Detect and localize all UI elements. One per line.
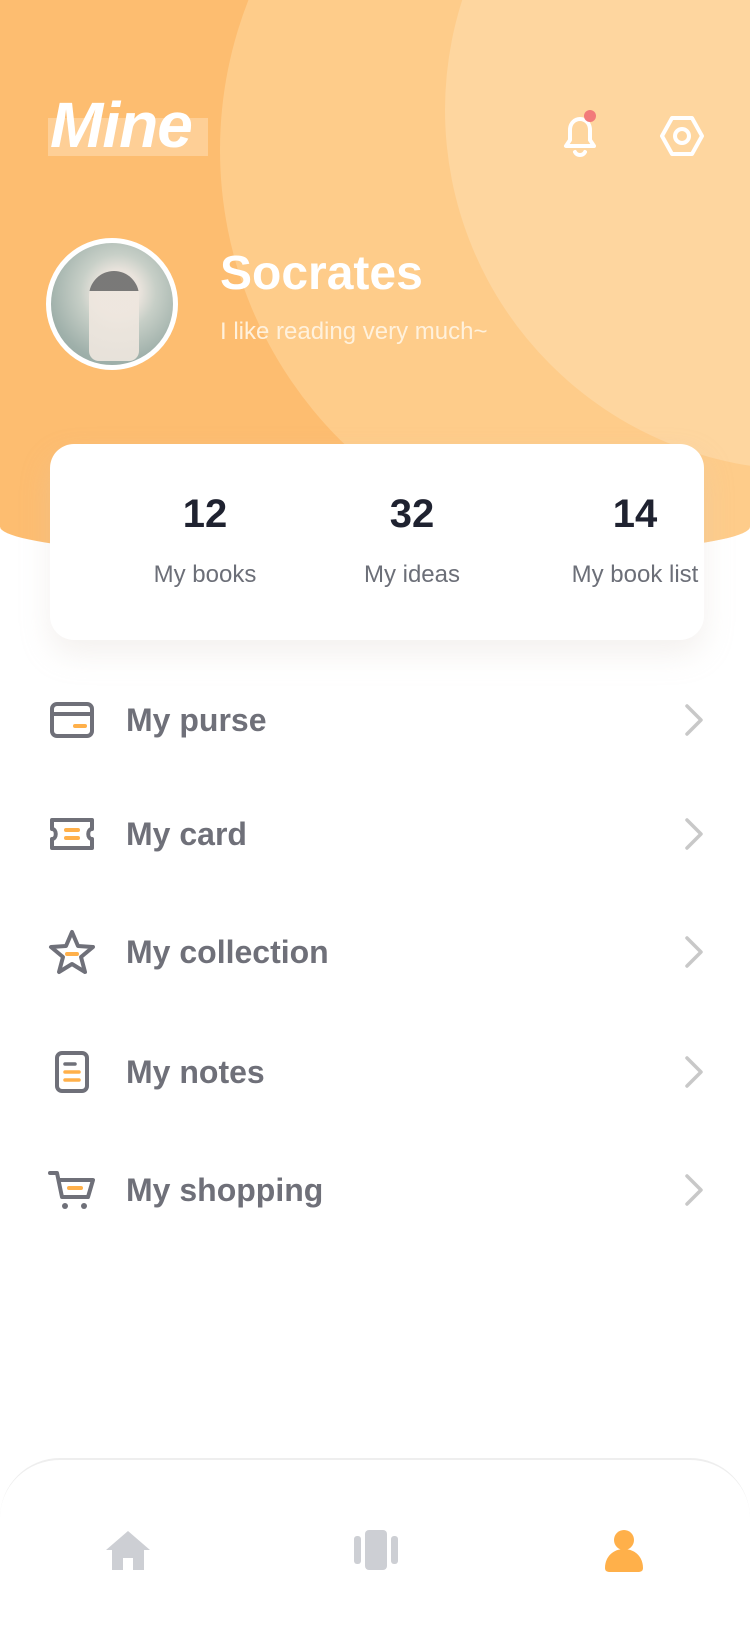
bell-icon <box>564 117 596 157</box>
user-name: Socrates <box>220 247 423 300</box>
stat-label: My ideas <box>363 561 461 588</box>
home-icon <box>106 1531 150 1570</box>
person-icon <box>605 1530 643 1572</box>
menu-item-shopping[interactable]: My shopping <box>0 1150 750 1230</box>
avatar-figure <box>89 271 139 361</box>
ticket-icon <box>48 810 96 858</box>
wallet-icon <box>48 696 96 744</box>
notifications-button[interactable] <box>552 108 608 164</box>
star-icon <box>48 928 96 976</box>
chevron-right-icon <box>680 934 708 970</box>
note-icon <box>48 1048 96 1096</box>
unread-badge <box>584 110 596 122</box>
chevron-right-icon <box>680 816 708 852</box>
cart-icon <box>48 1166 96 1214</box>
chevron-right-icon <box>680 1172 708 1208</box>
menu-item-label: My notes <box>126 1053 265 1090</box>
tab-books[interactable] <box>348 1522 404 1578</box>
chevron-right-icon <box>680 702 708 738</box>
menu-item-collection[interactable]: My collection <box>0 912 750 992</box>
settings-button[interactable] <box>654 108 710 164</box>
menu-item-label: My collection <box>126 933 329 970</box>
stat-label: My book list <box>571 561 699 588</box>
chevron-right-icon <box>680 1054 708 1090</box>
settings-hexagon-icon <box>660 116 704 156</box>
menu-item-notes[interactable]: My notes <box>0 1032 750 1112</box>
menu-item-label: My card <box>126 815 247 852</box>
stat-my-ideas[interactable]: 32 My ideas <box>312 492 512 589</box>
menu-item-label: My purse <box>126 701 267 738</box>
stat-my-book-list[interactable]: 14 My book list <box>535 492 735 589</box>
bottom-tab-bar <box>0 1458 750 1626</box>
stat-my-books[interactable]: 12 My books <box>105 492 305 589</box>
user-motto: I like reading very much~ <box>220 318 488 345</box>
menu-item-purse[interactable]: My purse <box>0 680 750 760</box>
tab-me[interactable] <box>596 1522 652 1578</box>
menu-item-card[interactable]: My card <box>0 794 750 874</box>
avatar[interactable] <box>46 238 178 370</box>
stat-label: My books <box>153 561 257 588</box>
tab-home[interactable] <box>100 1522 156 1578</box>
stat-value: 12 <box>182 492 228 536</box>
page-title: Mine <box>50 89 193 161</box>
stats-card: 12 My books 32 My ideas 14 My book list <box>50 444 704 640</box>
stat-value: 32 <box>389 492 435 536</box>
books-icon <box>354 1530 398 1570</box>
menu-item-label: My shopping <box>126 1171 324 1208</box>
stat-value: 14 <box>612 492 658 536</box>
